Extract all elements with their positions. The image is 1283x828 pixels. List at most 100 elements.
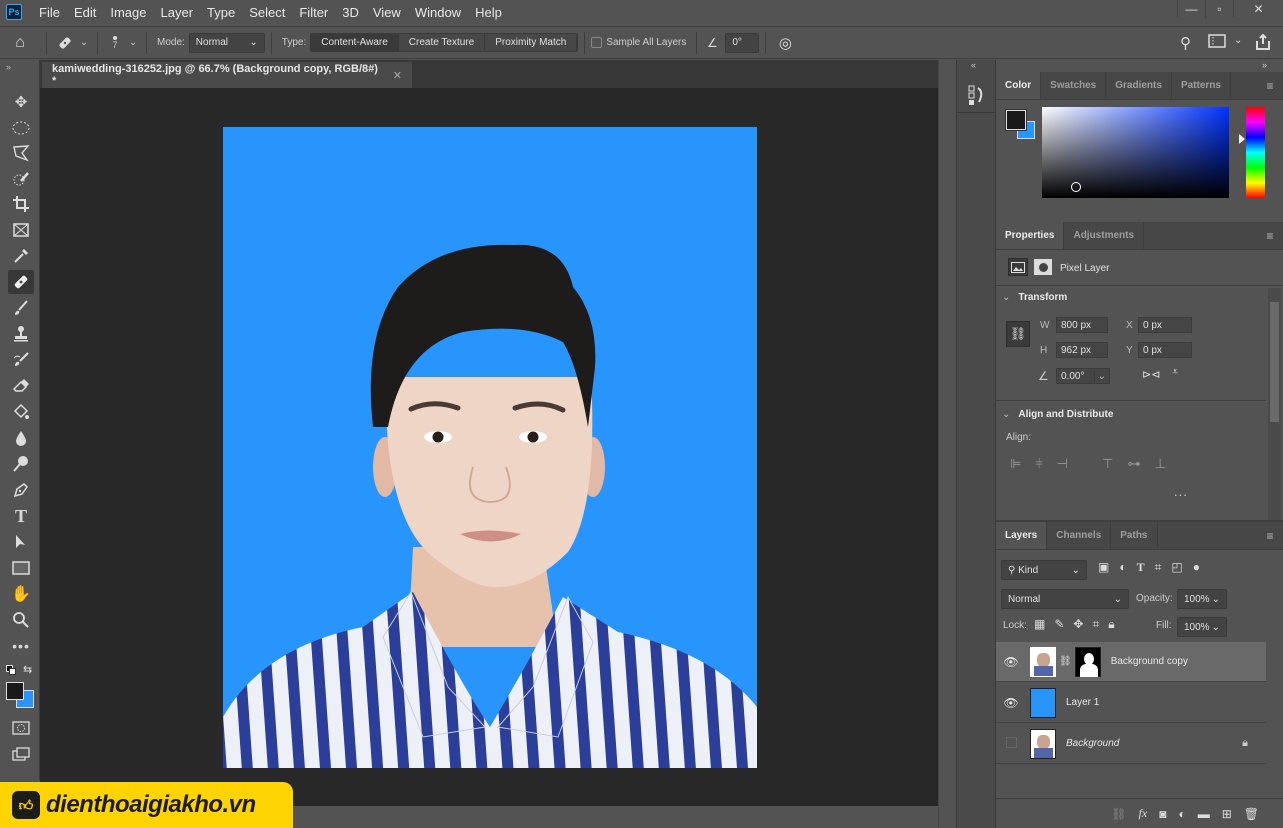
dodge-tool-icon[interactable] — [8, 452, 34, 476]
lock-all-icon[interactable]: 🔒︎ — [1108, 617, 1114, 632]
restore-button[interactable]: ▫ — [1205, 0, 1233, 18]
angle-input[interactable]: 0° — [725, 32, 760, 53]
visibility-eye-icon[interactable]: 👁︎ — [996, 655, 1026, 669]
adjustment-filter-icon[interactable]: ◐ — [1119, 560, 1126, 575]
align-bottom-icon[interactable]: ⊥ — [1154, 456, 1165, 472]
home-icon[interactable]: ⌂ — [0, 34, 40, 52]
tab-channels[interactable]: Channels — [1047, 522, 1112, 549]
menu-filter[interactable]: Filter — [292, 5, 335, 20]
zoom-tool-icon[interactable] — [8, 608, 34, 632]
panel-menu-icon[interactable]: ≡ — [1257, 72, 1283, 99]
menu-3d[interactable]: 3D — [335, 5, 366, 20]
brush-tool-icon[interactable] — [8, 296, 34, 320]
pen-tool-icon[interactable] — [8, 478, 34, 502]
layer-row-layer-1[interactable]: 👁︎ Layer 1 — [996, 683, 1266, 723]
vertical-scrollbar[interactable] — [938, 60, 956, 828]
share-icon[interactable] — [1254, 33, 1272, 51]
quick-selection-tool-icon[interactable] — [8, 167, 34, 191]
history-panel-icon[interactable] — [967, 84, 987, 109]
paint-bucket-tool-icon[interactable] — [8, 400, 34, 424]
tab-gradients[interactable]: Gradients — [1106, 72, 1172, 99]
frame-tool-icon[interactable] — [8, 218, 34, 242]
document-image[interactable] — [223, 127, 757, 768]
align-top-icon[interactable]: ⊤ — [1102, 456, 1113, 472]
move-tool-icon[interactable]: ✥ — [8, 90, 34, 114]
delete-layer-icon[interactable]: 🗑︎ — [1244, 807, 1259, 821]
default-colors-icon[interactable] — [6, 665, 16, 675]
visibility-toggle[interactable] — [996, 736, 1026, 751]
smart-object-filter-icon[interactable]: ◰ — [1171, 560, 1182, 575]
blur-tool-icon[interactable] — [8, 426, 34, 450]
align-right-icon[interactable]: ⊣ — [1057, 456, 1068, 472]
menu-file[interactable]: File — [32, 5, 67, 20]
tab-properties[interactable]: Properties — [996, 222, 1065, 249]
layer-row-background[interactable]: Background 🔒︎ — [996, 724, 1266, 764]
elliptical-marquee-tool-icon[interactable] — [8, 116, 34, 140]
tab-layers[interactable]: Layers — [996, 522, 1048, 549]
height-field[interactable]: 962 px — [1056, 342, 1108, 358]
align-section-header[interactable]: ⌄ Align and Distribute — [1002, 409, 1113, 420]
swap-colors-icon[interactable]: ⇆ — [23, 663, 32, 676]
angle-field[interactable]: 0.00° ⌄ — [1056, 368, 1110, 384]
fill-field[interactable]: 100% ⌄ — [1177, 617, 1227, 637]
menu-window[interactable]: Window — [408, 5, 468, 20]
lock-transparent-icon[interactable]: ▦ — [1034, 617, 1045, 632]
mask-link-icon[interactable]: ⛓ — [1059, 656, 1072, 667]
eyedropper-tool-icon[interactable] — [8, 244, 34, 268]
menu-layer[interactable]: Layer — [154, 5, 201, 20]
new-group-icon[interactable]: ▬ — [1198, 807, 1210, 821]
layer-mask-thumbnail[interactable] — [1074, 646, 1101, 677]
shape-filter-icon[interactable]: ⌗ — [1155, 560, 1162, 575]
collapse-icon[interactable]: « — [971, 60, 976, 70]
flip-horizontal-icon[interactable]: ⊳⊲ — [1142, 368, 1160, 381]
collapse-icon[interactable]: » — [6, 62, 11, 72]
width-field[interactable]: 800 px — [1056, 317, 1108, 333]
filter-toggle-icon[interactable]: ● — [1193, 560, 1200, 575]
pressure-icon[interactable]: ◎ — [772, 34, 798, 52]
path-selection-tool-icon[interactable] — [8, 530, 34, 554]
align-left-icon[interactable]: ⊫ — [1010, 456, 1021, 472]
more-options-button[interactable]: ... — [1174, 484, 1188, 499]
document-tab[interactable]: kamiwedding-316252.jpg @ 66.7% (Backgrou… — [42, 62, 412, 88]
mode-dropdown[interactable]: Normal ⌄ — [188, 32, 265, 53]
align-vertical-center-icon[interactable]: ⊶ — [1127, 456, 1140, 472]
spot-healing-brush-icon[interactable] — [53, 34, 77, 52]
menu-help[interactable]: Help — [468, 5, 509, 20]
type-proximity-match[interactable]: Proximity Match — [485, 34, 578, 51]
close-button[interactable]: ✕ — [1233, 0, 1283, 18]
expand-icon[interactable]: » — [1262, 60, 1267, 70]
type-tool-icon[interactable]: T — [8, 504, 34, 528]
eraser-tool-icon[interactable] — [8, 374, 34, 398]
brush-size-picker[interactable]: 7 — [104, 35, 126, 50]
tab-swatches[interactable]: Swatches — [1041, 72, 1107, 99]
layer-mask-icon[interactable] — [1034, 259, 1052, 275]
lock-position-icon[interactable]: ✥ — [1073, 617, 1083, 632]
type-content-aware[interactable]: Content-Aware — [311, 34, 399, 51]
lock-image-icon[interactable]: ✎ — [1054, 617, 1064, 632]
menu-type[interactable]: Type — [200, 5, 242, 20]
spot-healing-brush-tool-icon[interactable] — [8, 270, 34, 294]
chevron-down-icon[interactable]: ⌄ — [126, 37, 140, 48]
tab-patterns[interactable]: Patterns — [1172, 72, 1231, 99]
link-proportions-icon[interactable]: ⛓ — [1006, 321, 1030, 347]
type-create-texture[interactable]: Create Texture — [398, 34, 486, 51]
quick-mask-icon[interactable] — [8, 716, 34, 740]
hand-tool-icon[interactable]: ✋ — [8, 582, 34, 606]
hue-slider-handle[interactable] — [1239, 134, 1245, 144]
layer-filter-dropdown[interactable]: ⚲ Kind ⌄ — [1001, 560, 1087, 580]
tab-color[interactable]: Color — [996, 72, 1042, 99]
menu-view[interactable]: View — [366, 5, 408, 20]
menu-image[interactable]: Image — [103, 5, 153, 20]
clone-stamp-tool-icon[interactable] — [8, 322, 34, 346]
menu-edit[interactable]: Edit — [67, 5, 103, 20]
menu-select[interactable]: Select — [242, 5, 292, 20]
new-layer-icon[interactable]: ⊞ — [1222, 807, 1232, 821]
more-tools-icon[interactable]: ••• — [8, 634, 34, 658]
foreground-color-swatch[interactable] — [6, 682, 24, 700]
pixel-filter-icon[interactable]: ▣ — [1098, 560, 1109, 575]
color-field[interactable] — [1042, 107, 1229, 198]
workspace-icon[interactable] — [1208, 34, 1226, 48]
layer-style-fx-icon[interactable]: fx — [1139, 806, 1148, 821]
chevron-down-icon[interactable]: ⌄ — [1234, 35, 1242, 46]
align-horizontal-center-icon[interactable]: ⫩ — [1035, 456, 1042, 472]
